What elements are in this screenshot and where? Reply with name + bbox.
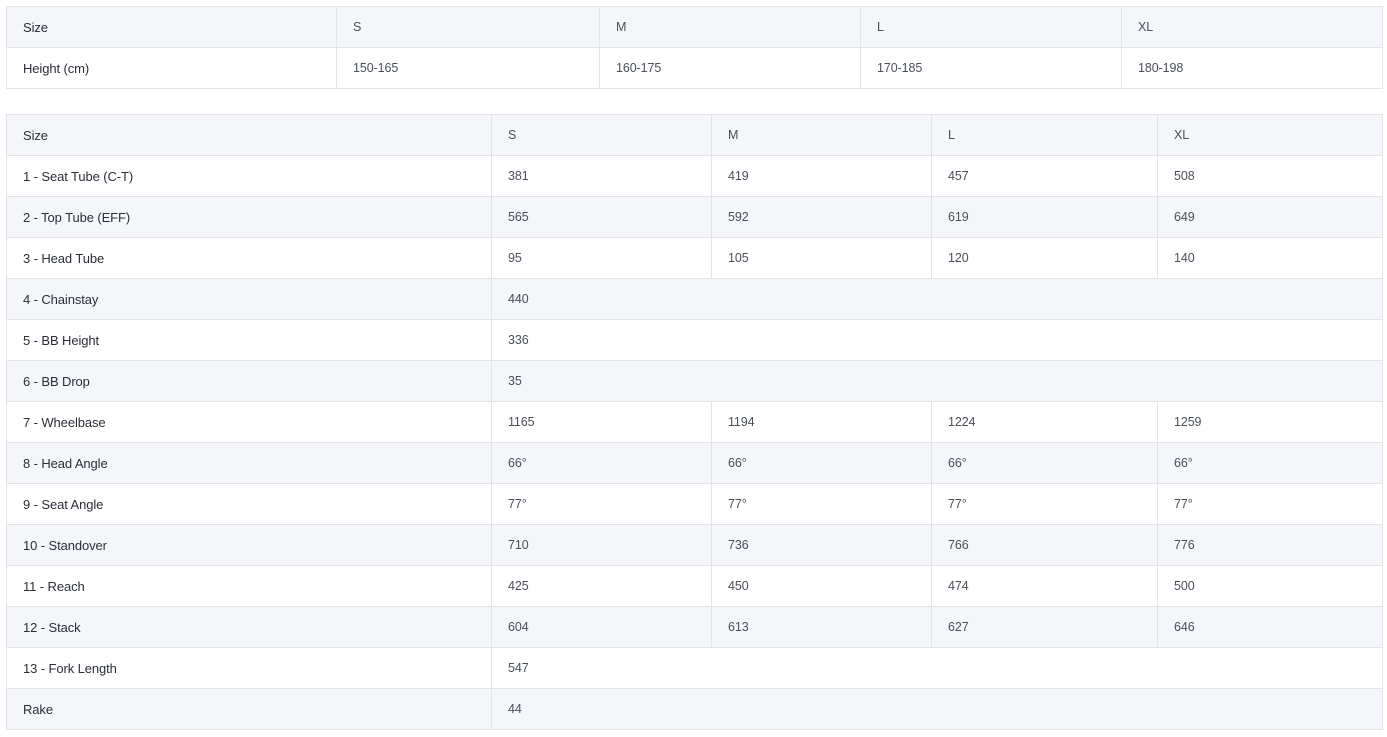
table-cell: 77° [491, 483, 712, 525]
table-cell: 77° [931, 483, 1158, 525]
table-cell: 140 [1157, 237, 1383, 279]
column-header: S [491, 114, 712, 156]
column-header: XL [1157, 114, 1383, 156]
size-table-header-row: Size S M L XL [6, 6, 1383, 48]
table-cell: 95 [491, 237, 712, 279]
table-cell: 160-175 [599, 47, 861, 89]
geometry-table-row: 1 - Seat Tube (C-T) 381 419 457 508 [6, 155, 1383, 197]
table-cell: 170-185 [860, 47, 1122, 89]
table-cell: 1259 [1157, 401, 1383, 443]
table-cell: 776 [1157, 524, 1383, 566]
geometry-table-row: 3 - Head Tube 95 105 120 140 [6, 237, 1383, 279]
table-cell: 646 [1157, 606, 1383, 648]
geometry-table-row: 11 - Reach 425 450 474 500 [6, 565, 1383, 607]
table-cell: 35 [491, 360, 1383, 402]
geometry-table-header-row: Size S M L XL [6, 114, 1383, 156]
column-header: L [860, 6, 1122, 48]
table-cell: 1194 [711, 401, 932, 443]
table-cell: 66° [711, 442, 932, 484]
row-label: 9 - Seat Angle [6, 483, 492, 525]
table-cell: 66° [491, 442, 712, 484]
geometry-table-row: 13 - Fork Length 547 [6, 647, 1383, 689]
table-cell: 1165 [491, 401, 712, 443]
table-cell: 77° [711, 483, 932, 525]
geometry-table-row: 7 - Wheelbase 1165 1194 1224 1259 [6, 401, 1383, 443]
table-cell: 649 [1157, 196, 1383, 238]
column-header: M [599, 6, 861, 48]
geometry-table-row: 8 - Head Angle 66° 66° 66° 66° [6, 442, 1383, 484]
table-cell: 336 [491, 319, 1383, 361]
table-cell: 500 [1157, 565, 1383, 607]
geometry-table-row: 10 - Standover 710 736 766 776 [6, 524, 1383, 566]
table-cell: 120 [931, 237, 1158, 279]
table-cell: 1224 [931, 401, 1158, 443]
table-cell: 381 [491, 155, 712, 197]
row-label: 12 - Stack [6, 606, 492, 648]
column-header-size: Size [6, 114, 492, 156]
table-cell: 419 [711, 155, 932, 197]
geometry-table-row: 9 - Seat Angle 77° 77° 77° 77° [6, 483, 1383, 525]
table-cell: 66° [931, 442, 1158, 484]
table-cell: 604 [491, 606, 712, 648]
table-cell: 766 [931, 524, 1158, 566]
table-cell: 440 [491, 278, 1383, 320]
table-cell: 627 [931, 606, 1158, 648]
geometry-table-row: 12 - Stack 604 613 627 646 [6, 606, 1383, 648]
row-label: 2 - Top Tube (EFF) [6, 196, 492, 238]
size-table-row: Height (cm) 150-165 160-175 170-185 180-198 [6, 47, 1383, 89]
column-header: S [336, 6, 600, 48]
geometry-table-row: 4 - Chainstay 440 [6, 278, 1383, 320]
row-label: Rake [6, 688, 492, 730]
row-label: 6 - BB Drop [6, 360, 492, 402]
row-label: 8 - Head Angle [6, 442, 492, 484]
geometry-table: Size S M L XL 1 - Seat Tube (C-T) 381 419 457 508… [6, 114, 1383, 730]
table-cell: 77° [1157, 483, 1383, 525]
table-cell: 474 [931, 565, 1158, 607]
table-cell: 619 [931, 196, 1158, 238]
table-cell: 565 [491, 196, 712, 238]
row-label: 11 - Reach [6, 565, 492, 607]
row-label: Height (cm) [6, 47, 337, 89]
table-cell: 44 [491, 688, 1383, 730]
size-height-table: Size S M L XL Height (cm) 150-165 160-175 170-18… [6, 6, 1383, 89]
column-header: L [931, 114, 1158, 156]
row-label: 5 - BB Height [6, 319, 492, 361]
table-cell: 613 [711, 606, 932, 648]
column-header: XL [1121, 6, 1383, 48]
geometry-table-row: Rake 44 [6, 688, 1383, 730]
column-header: M [711, 114, 932, 156]
row-label: 3 - Head Tube [6, 237, 492, 279]
row-label: 7 - Wheelbase [6, 401, 492, 443]
table-cell: 150-165 [336, 47, 600, 89]
table-cell: 592 [711, 196, 932, 238]
geometry-table-row: 6 - BB Drop 35 [6, 360, 1383, 402]
row-label: 10 - Standover [6, 524, 492, 566]
table-cell: 508 [1157, 155, 1383, 197]
row-label: 1 - Seat Tube (C-T) [6, 155, 492, 197]
table-cell: 66° [1157, 442, 1383, 484]
table-cell: 710 [491, 524, 712, 566]
table-cell: 547 [491, 647, 1383, 689]
row-label: 4 - Chainstay [6, 278, 492, 320]
table-cell: 180-198 [1121, 47, 1383, 89]
table-cell: 105 [711, 237, 932, 279]
geometry-table-row: 5 - BB Height 336 [6, 319, 1383, 361]
geometry-table-row: 2 - Top Tube (EFF) 565 592 619 649 [6, 196, 1383, 238]
table-cell: 450 [711, 565, 932, 607]
column-header-size: Size [6, 6, 337, 48]
table-cell: 425 [491, 565, 712, 607]
table-cell: 457 [931, 155, 1158, 197]
row-label: 13 - Fork Length [6, 647, 492, 689]
table-cell: 736 [711, 524, 932, 566]
